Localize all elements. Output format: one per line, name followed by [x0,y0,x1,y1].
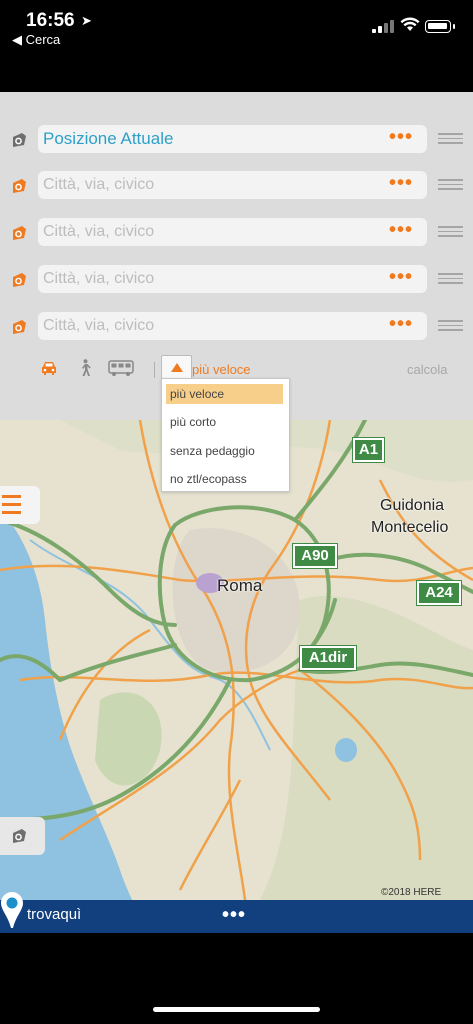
cellular-signal-icon [372,19,396,33]
destination-placeholder: Città, via, civico [43,270,155,287]
map-copyright: ©2018 HERE [381,887,442,898]
route-option-no-ztl[interactable]: no ztl/ecopass [166,469,283,489]
trovaqui-logo-pin-icon [1,892,23,928]
drag-handle-icon[interactable] [438,179,463,191]
road-shield: A90 [292,543,338,569]
back-to-app-link[interactable]: ◀ Cerca [12,32,60,48]
calculate-button[interactable]: calcola [407,362,447,377]
drag-handle-icon[interactable] [438,320,463,332]
car-icon[interactable] [40,359,58,377]
destination-more-button[interactable]: ••• [389,267,413,287]
home-indicator[interactable] [153,1007,320,1012]
route-type-dropdown-toggle[interactable] [161,355,192,380]
status-time: 16:56 [26,10,75,31]
destination-placeholder: Città, via, civico [43,223,155,240]
destination-placeholder: Città, via, civico [43,176,155,193]
bottom-more-button[interactable]: ••• [222,904,246,927]
route-type-selected-label[interactable]: più veloce [192,362,251,377]
location-pin-orange-icon [13,226,26,240]
town-label-montecelio: Montecelio [371,519,449,536]
route-row-waypoint-1: Città, via, civico ••• [0,171,473,201]
destination-field-2[interactable]: Città, via, civico ••• [38,218,427,246]
battery-icon [425,20,455,33]
route-option-shortest[interactable]: più corto [166,412,283,432]
status-bar: 16:56 ➤ ◀ Cerca [0,0,473,92]
map-canvas [0,420,473,900]
route-panel: Posizione Attuale ••• Città, via, civico… [0,92,473,420]
route-row-waypoint-4: Città, via, civico ••• [0,312,473,342]
destination-field-1[interactable]: Città, via, civico ••• [38,171,427,199]
destination-placeholder: Città, via, civico [43,317,155,334]
city-label-roma: Roma [217,576,263,595]
location-pin-orange-icon [13,273,26,287]
drag-handle-icon[interactable] [438,133,463,145]
route-row-waypoint-2: Città, via, civico ••• [0,218,473,248]
map-view[interactable]: Roma Guidonia Montecelio A1 A90 A24 A1di… [0,420,473,900]
bus-icon[interactable] [108,359,134,377]
route-option-no-toll[interactable]: senza pedaggio [166,441,283,461]
destination-more-button[interactable]: ••• [389,173,413,193]
pedestrian-icon[interactable] [78,359,92,377]
my-location-button[interactable] [0,817,45,855]
location-pin-grey-icon [13,133,26,147]
destination-more-button[interactable]: ••• [389,220,413,240]
destination-more-button[interactable]: ••• [389,314,413,334]
location-arrow-icon: ➤ [81,13,92,28]
drag-handle-icon[interactable] [438,273,463,285]
road-shield: A1dir [299,645,357,671]
destination-field-3[interactable]: Città, via, civico ••• [38,265,427,293]
brand-logo-text: trovaquì [27,906,82,923]
route-row-origin: Posizione Attuale ••• [0,125,473,155]
my-location-icon [13,829,26,843]
road-shield: A1 [352,437,385,463]
bottom-bar: trovaquì ••• [0,892,473,933]
mode-separator [154,362,155,378]
origin-value: Posizione Attuale [43,129,174,148]
route-option-fastest[interactable]: più veloce [166,384,283,404]
origin-field[interactable]: Posizione Attuale ••• [38,125,427,153]
location-pin-orange-icon [13,320,26,334]
hamburger-menu-icon[interactable] [0,486,40,524]
route-row-waypoint-3: Città, via, civico ••• [0,265,473,295]
drag-handle-icon[interactable] [438,226,463,238]
town-label-guidonia: Guidonia [380,497,445,514]
origin-more-button[interactable]: ••• [389,127,413,147]
route-type-dropdown: più veloce più corto senza pedaggio no z… [161,378,290,492]
destination-field-4[interactable]: Città, via, civico ••• [38,312,427,340]
road-shield: A24 [416,580,462,606]
location-pin-orange-icon [13,179,26,193]
wifi-icon [400,17,420,37]
